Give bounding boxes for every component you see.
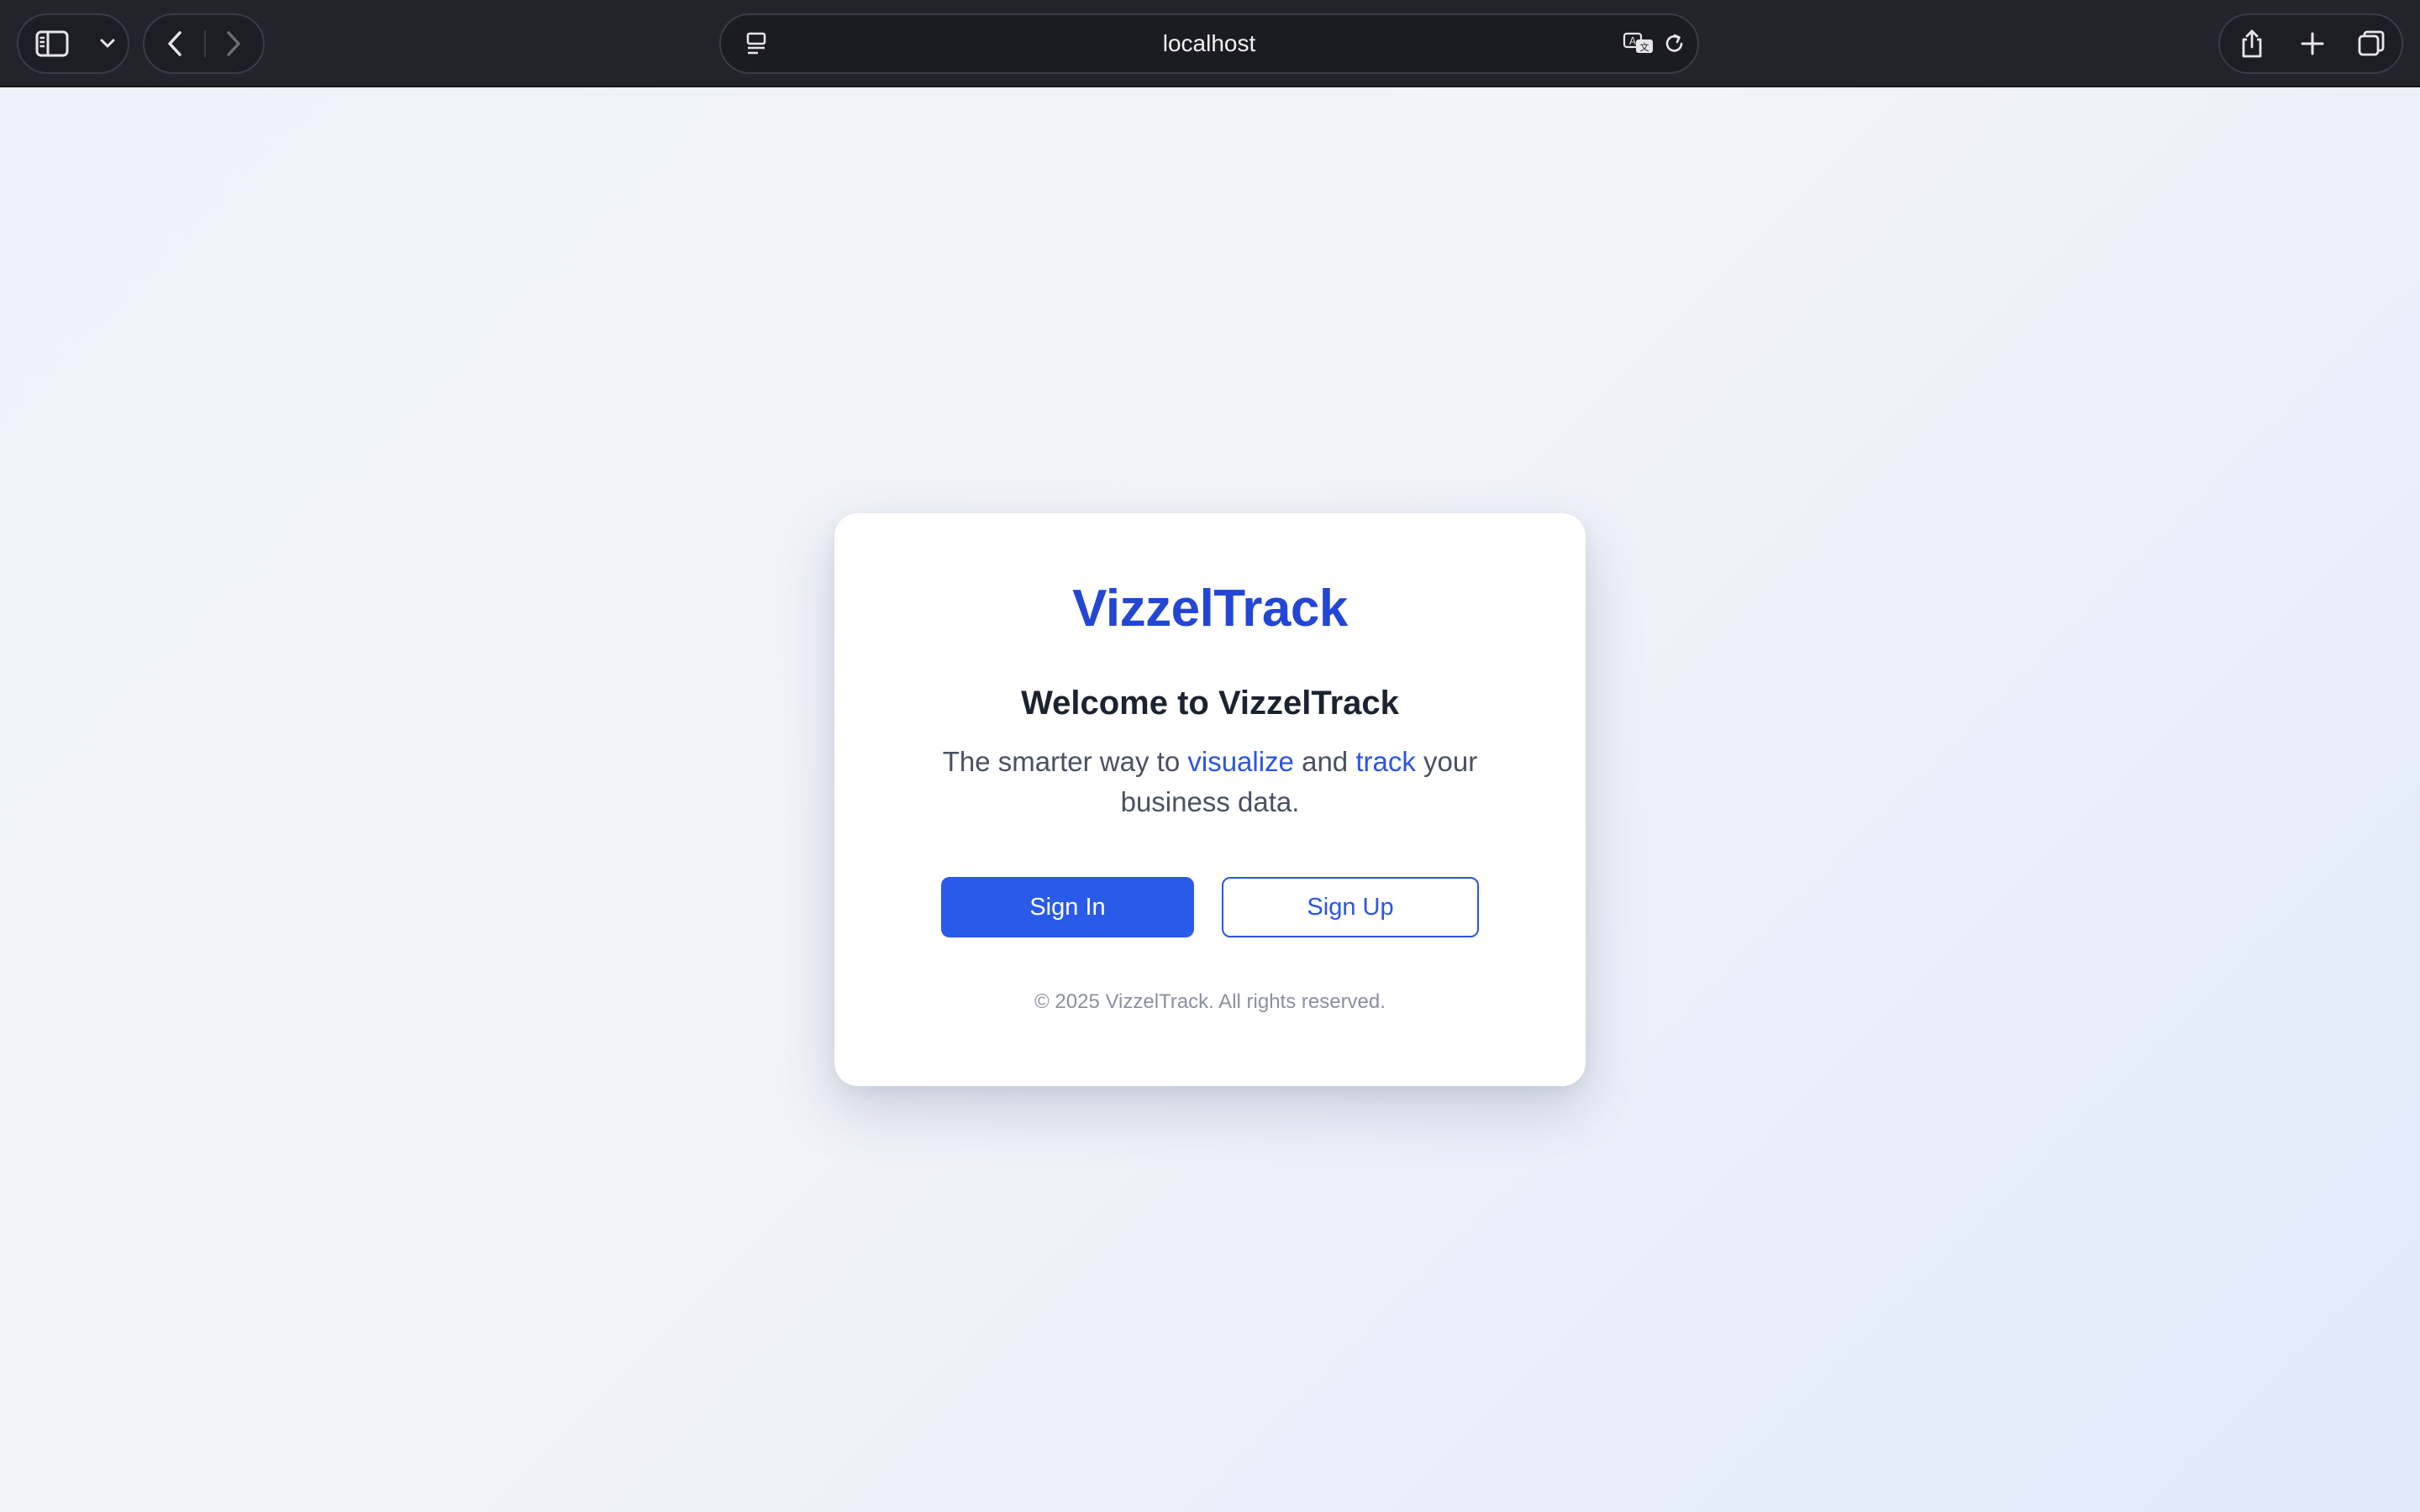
sidebar-toggle-button[interactable] xyxy=(24,15,81,72)
forward-arrow-icon xyxy=(227,31,240,56)
welcome-heading: Welcome to VizzelTrack xyxy=(1021,685,1399,722)
reload-button[interactable] xyxy=(1657,15,1692,72)
tab-overview-button[interactable] xyxy=(2343,15,2400,72)
chevron-down-icon xyxy=(100,39,115,48)
tagline-text: The smarter way to xyxy=(942,746,1188,777)
sign-up-button[interactable]: Sign Up xyxy=(1222,877,1479,937)
tagline-highlight-visualize: visualize xyxy=(1187,746,1294,777)
url-text[interactable]: localhost xyxy=(721,15,1697,72)
new-tab-button[interactable] xyxy=(2284,15,2341,72)
sign-in-button[interactable]: Sign In xyxy=(941,877,1194,937)
tab-overview-icon xyxy=(2358,30,2385,56)
tagline-highlight-track: track xyxy=(1355,746,1416,777)
share-icon xyxy=(2242,29,2262,58)
plus-icon xyxy=(2301,32,2324,55)
reload-icon xyxy=(1665,34,1683,52)
forward-button[interactable] xyxy=(205,15,262,72)
share-button[interactable] xyxy=(2223,15,2281,72)
translate-icon: A 文 xyxy=(1623,32,1653,53)
navigation-controls xyxy=(143,13,265,74)
address-bar[interactable]: localhost A 文 xyxy=(719,13,1699,74)
translate-button[interactable]: A 文 xyxy=(1620,15,1659,72)
svg-text:A: A xyxy=(1629,35,1637,47)
browser-toolbar: localhost A 文 xyxy=(0,0,2420,87)
tagline-text: and xyxy=(1293,746,1356,777)
copyright-notice: © 2025 VizzelTrack. All rights reserved. xyxy=(1034,990,1386,1013)
tab-group-menu-button[interactable] xyxy=(87,15,128,72)
back-button[interactable] xyxy=(146,15,203,72)
brand-logo: VizzelTrack xyxy=(1072,580,1348,638)
tagline: The smarter way to visualize and track y… xyxy=(918,742,1502,822)
svg-text:文: 文 xyxy=(1640,41,1649,53)
back-arrow-icon xyxy=(168,31,182,56)
window-controls xyxy=(2218,13,2403,74)
sidebar-toggle-icon xyxy=(35,30,69,57)
sidebar-controls xyxy=(17,13,129,74)
welcome-card: VizzelTrack Welcome to VizzelTrack The s… xyxy=(834,513,1586,1086)
